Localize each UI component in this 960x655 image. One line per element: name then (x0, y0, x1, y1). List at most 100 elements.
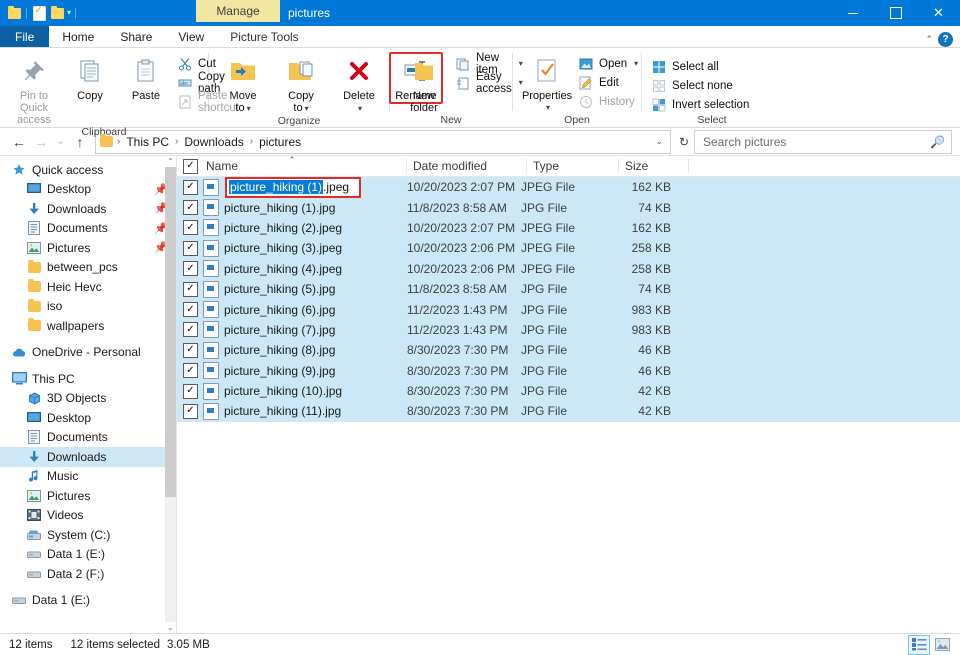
sidebar-item-thispc-desktop[interactable]: Desktop (0, 408, 176, 428)
search-input[interactable] (701, 134, 926, 150)
row-checkbox[interactable]: ✓ (183, 302, 198, 317)
tab-share[interactable]: Share (107, 26, 165, 47)
minimize-button[interactable] (831, 0, 874, 26)
row-checkbox[interactable]: ✓ (183, 282, 198, 297)
sidebar-item-quick-access[interactable]: Quick access (0, 160, 176, 180)
chevron-down-icon[interactable]: ▾ (358, 104, 362, 113)
row-checkbox[interactable]: ✓ (183, 343, 198, 358)
tab-view[interactable]: View (165, 26, 217, 47)
table-row[interactable]: ✓picture_hiking (3).jpeg 10/20/2023 2:06… (177, 238, 960, 258)
row-checkbox[interactable]: ✓ (183, 363, 198, 378)
scroll-down-icon[interactable]: ⌄ (165, 622, 176, 633)
column-header-name[interactable]: ✓ Name ⌃ (177, 156, 407, 176)
sidebar-item-desktop[interactable]: Desktop 📌 (0, 180, 176, 200)
scrollbar-thumb[interactable] (165, 167, 176, 497)
chevron-down-icon[interactable]: ▾ (305, 104, 309, 113)
sidebar-item-pictures[interactable]: Pictures 📌 (0, 238, 176, 258)
chevron-down-icon[interactable]: ▾ (634, 59, 638, 68)
delete-button[interactable]: Delete▾ (331, 52, 387, 115)
copy-button[interactable]: Copy (62, 52, 118, 102)
copy-to-button[interactable]: Copyto▾ (273, 52, 329, 115)
select-all-button[interactable]: Select all (648, 58, 752, 75)
table-row[interactable]: ✓ picture_hiking (1).jpeg 10/20/2023 2:0… (177, 177, 960, 197)
row-checkbox[interactable]: ✓ (183, 220, 198, 235)
table-row[interactable]: ✓picture_hiking (10).jpg 8/30/2023 7:30 … (177, 381, 960, 401)
sidebar-item-thispc-pictures[interactable]: Pictures (0, 486, 176, 506)
sidebar-item-this-pc[interactable]: This PC (0, 369, 176, 389)
sidebar-item-music[interactable]: Music (0, 467, 176, 487)
new-folder-icon[interactable] (49, 5, 65, 21)
sidebar-item-wallpapers[interactable]: wallpapers (0, 316, 176, 336)
sidebar-item-thispc-downloads[interactable]: Downloads (0, 447, 176, 467)
table-row[interactable]: ✓picture_hiking (4).jpeg 10/20/2023 2:06… (177, 259, 960, 279)
row-checkbox[interactable]: ✓ (183, 241, 198, 256)
refresh-button[interactable]: ↻ (674, 131, 694, 153)
chevron-down-icon[interactable]: ▾ (247, 104, 251, 113)
table-row[interactable]: ✓picture_hiking (6).jpg 11/2/2023 1:43 P… (177, 299, 960, 319)
new-folder-button[interactable]: Newfolder (396, 52, 452, 114)
row-checkbox[interactable]: ✓ (183, 200, 198, 215)
table-row[interactable]: ✓picture_hiking (1).jpg 11/8/2023 8:58 A… (177, 197, 960, 217)
properties-icon[interactable] (31, 5, 47, 21)
table-row[interactable]: ✓picture_hiking (11).jpg 8/30/2023 7:30 … (177, 401, 960, 421)
row-checkbox[interactable]: ✓ (183, 322, 198, 337)
column-header-size[interactable]: Size (619, 156, 689, 176)
collapse-ribbon-icon[interactable]: ⌃ (925, 34, 933, 45)
sidebar-item-downloads[interactable]: Downloads 📌 (0, 199, 176, 219)
row-checkbox[interactable]: ✓ (183, 404, 198, 419)
tab-picture-tools[interactable]: Picture Tools (217, 26, 311, 47)
sidebar-item-data1-e[interactable]: Data 1 (E:) (0, 545, 176, 565)
chevron-down-icon[interactable]: ▾ (67, 9, 71, 17)
contextual-tab-title[interactable]: Manage (196, 0, 280, 22)
table-row[interactable]: ✓picture_hiking (5).jpg 11/8/2023 8:58 A… (177, 279, 960, 299)
maximize-button[interactable] (874, 0, 917, 26)
tab-home[interactable]: Home (49, 26, 107, 47)
sidebar-item-videos[interactable]: Videos (0, 506, 176, 526)
pin-to-quick-access-button[interactable]: Pin to Quickaccess (6, 52, 62, 126)
sidebar-item-data1-e-root[interactable]: Data 1 (E:) (0, 591, 176, 611)
sidebar-item-documents[interactable]: Documents 📌 (0, 219, 176, 239)
breadcrumb-item-pictures[interactable]: pictures (255, 135, 305, 149)
select-all-checkbox[interactable]: ✓ (183, 159, 198, 174)
column-header-type[interactable]: Type (527, 156, 619, 176)
chevron-down-icon[interactable]: ▾ (546, 102, 550, 114)
folder-icon[interactable] (6, 5, 22, 21)
sidebar-item-onedrive[interactable]: OneDrive - Personal (0, 343, 176, 363)
row-checkbox[interactable]: ✓ (183, 261, 198, 276)
search-box[interactable]: 🔍 (694, 130, 952, 154)
select-none-button[interactable]: Select none (648, 77, 752, 94)
table-row[interactable]: ✓picture_hiking (7).jpg 11/2/2023 1:43 P… (177, 320, 960, 340)
table-row[interactable]: ✓picture_hiking (2).jpeg 10/20/2023 2:07… (177, 218, 960, 238)
invert-selection-button[interactable]: Invert selection (648, 96, 752, 113)
row-checkbox[interactable]: ✓ (183, 180, 198, 195)
move-to-button[interactable]: Moveto▾ (215, 52, 271, 115)
table-row[interactable]: ✓picture_hiking (8).jpg 8/30/2023 7:30 P… (177, 340, 960, 360)
sidebar-item-3d-objects[interactable]: 3D Objects (0, 389, 176, 409)
sidebar-item-iso[interactable]: iso (0, 297, 176, 317)
tab-file[interactable]: File (0, 26, 49, 47)
rename-input[interactable]: picture_hiking (1).jpeg (225, 177, 361, 198)
open-button[interactable]: Open ▾ (575, 55, 641, 72)
table-row[interactable]: ✓picture_hiking (9).jpg 8/30/2023 7:30 P… (177, 361, 960, 381)
large-icons-view-button[interactable] (932, 636, 952, 654)
history-button[interactable]: History (575, 93, 641, 110)
sidebar-item-data2-f[interactable]: Data 2 (F:) (0, 564, 176, 584)
properties-button[interactable]: Properties ▾ (519, 52, 575, 114)
search-icon[interactable]: 🔍 (930, 135, 945, 149)
breadcrumb-dropdown-icon[interactable]: ⌄ (655, 136, 666, 147)
scroll-up-icon[interactable]: ⌃ (165, 156, 176, 167)
sidebar-item-thispc-documents[interactable]: Documents (0, 428, 176, 448)
details-view-button[interactable] (908, 635, 930, 655)
paste-button[interactable]: Paste (118, 52, 174, 102)
sidebar-item-between-pcs[interactable]: between_pcs (0, 258, 176, 278)
delete-icon (343, 55, 375, 87)
row-checkbox[interactable]: ✓ (183, 384, 198, 399)
scrollbar-track[interactable] (165, 167, 176, 622)
column-header-date-modified[interactable]: Date modified (407, 156, 527, 176)
close-button[interactable]: ✕ (917, 0, 960, 26)
help-icon[interactable]: ? (938, 32, 953, 47)
sidebar-item-system-c[interactable]: System (C:) (0, 525, 176, 545)
sidebar-item-heic-hevc[interactable]: Heic Hevc (0, 277, 176, 297)
navigation-scrollbar[interactable]: ⌃ ⌄ (165, 156, 176, 633)
edit-button[interactable]: Edit (575, 74, 641, 91)
